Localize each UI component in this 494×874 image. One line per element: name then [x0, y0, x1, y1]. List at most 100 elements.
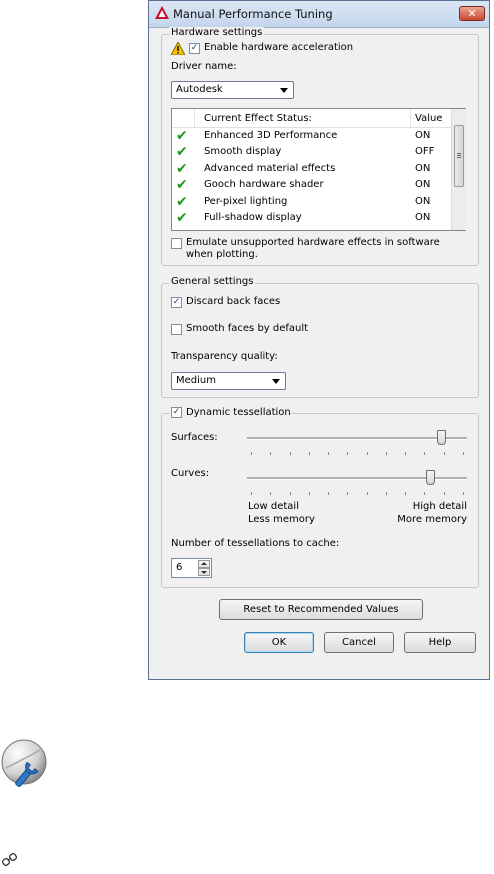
green-checkmark-icon: ✔	[176, 160, 188, 177]
reset-recommended-button[interactable]: Reset to Recommended Values	[219, 599, 423, 620]
scrollbar-thumb[interactable]	[454, 125, 464, 187]
tessellations-cache-spinner[interactable]: 6	[171, 558, 212, 578]
slider-tick	[463, 452, 464, 455]
high-detail-label: High detail	[412, 501, 467, 512]
green-checkmark-icon: ✔	[176, 128, 188, 144]
discard-back-faces-label: Discard back faces	[186, 296, 281, 307]
slider-tick	[308, 492, 310, 495]
surfaces-slider-ticks	[247, 452, 467, 455]
general-settings-label: General settings	[169, 276, 256, 287]
manual-performance-tuning-dialog: Manual Performance Tuning ✕ Hardware set…	[148, 0, 490, 680]
more-memory-label: More memory	[397, 514, 467, 525]
effect-name: Per-pixel lighting	[204, 195, 288, 207]
low-detail-label: Low detail	[248, 501, 299, 512]
autocad-logo-icon	[155, 6, 169, 19]
effect-status-list[interactable]: Current Effect Status: Value ✔ Enhanced 3…	[171, 108, 466, 231]
enable-hardware-acceleration-label: Enable hardware acceleration	[204, 42, 354, 53]
emulate-label-line2: when plotting.	[186, 249, 258, 260]
slider-tick	[328, 452, 330, 455]
window-title: Manual Performance Tuning	[173, 7, 333, 21]
dynamic-tessellation-label: Dynamic tessellation	[186, 407, 291, 418]
slider-tick	[424, 452, 426, 455]
slider-tick	[385, 452, 387, 455]
list-item[interactable]: ✔ Advanced material effects ON	[172, 160, 451, 178]
slider-tick	[289, 492, 291, 495]
chevron-down-icon	[201, 571, 207, 574]
curves-slider-ticks	[247, 492, 467, 495]
emulate-hardware-effects-checkbox[interactable]	[171, 238, 182, 249]
transparency-quality-value: Medium	[176, 375, 216, 386]
tool-glasses-icon	[2, 852, 18, 867]
cancel-button[interactable]: Cancel	[324, 632, 394, 653]
spinner-up-button[interactable]	[198, 560, 210, 568]
slider-tick	[328, 492, 330, 495]
help-button[interactable]: Help	[404, 632, 476, 653]
driver-name-value: Autodesk	[176, 84, 223, 95]
header-value[interactable]: Value	[415, 113, 442, 124]
warning-icon	[171, 42, 185, 55]
spinner-down-button[interactable]	[198, 568, 210, 576]
list-header: Current Effect Status: Value	[172, 109, 451, 128]
effect-name: Smooth display	[204, 146, 282, 158]
slider-tick	[347, 452, 349, 455]
chevron-down-icon	[280, 88, 288, 93]
green-checkmark-icon: ✔	[176, 193, 188, 210]
slider-tick	[289, 452, 291, 455]
driver-name-label: Driver name:	[171, 61, 237, 72]
less-memory-label: Less memory	[248, 514, 315, 525]
effect-name: Full-shadow display	[204, 212, 302, 223]
surfaces-slider-thumb[interactable]	[436, 430, 446, 445]
ok-button[interactable]: OK	[244, 632, 314, 653]
hardware-settings-label: Hardware settings	[169, 27, 265, 38]
slider-tick	[443, 452, 445, 455]
effect-name: Enhanced 3D Performance	[204, 130, 338, 141]
high-detail-caption: High detail More memory	[389, 500, 467, 526]
slider-tick	[405, 492, 407, 495]
slider-tick	[366, 452, 368, 455]
green-checkmark-icon: ✔	[176, 210, 188, 226]
effect-value: ON	[415, 195, 431, 207]
close-button[interactable]: ✕	[459, 6, 485, 21]
slider-tick	[308, 452, 310, 455]
effect-name: Advanced material effects	[204, 162, 336, 174]
title-bar[interactable]: Manual Performance Tuning ✕	[149, 1, 489, 28]
surfaces-label: Surfaces:	[171, 432, 218, 443]
tessellations-cache-value[interactable]: 6	[176, 562, 182, 573]
discard-back-faces-checkbox[interactable]: ✓	[171, 297, 182, 308]
list-item[interactable]: ✔ Full-shadow display ON	[172, 210, 451, 227]
effect-value: ON	[415, 179, 431, 191]
surfaces-slider[interactable]	[247, 430, 467, 456]
effect-value: ON	[415, 130, 431, 141]
low-detail-caption: Low detail Less memory	[248, 500, 315, 526]
smooth-faces-label: Smooth faces by default	[186, 323, 309, 334]
slider-tick	[424, 492, 426, 495]
emulate-hardware-effects-label: Emulate unsupported hardware effects in …	[186, 237, 440, 261]
slider-tick	[366, 492, 368, 495]
list-item[interactable]: ✔ Smooth display OFF	[172, 144, 451, 161]
list-item[interactable]: ✔ Gooch hardware shader ON	[172, 177, 451, 194]
transparency-quality-label: Transparency quality:	[171, 351, 278, 362]
slider-tick	[405, 452, 407, 455]
effect-value: ON	[415, 162, 431, 174]
tessellations-cache-label: Number of tessellations to cache:	[171, 538, 340, 549]
driver-name-dropdown[interactable]: Autodesk	[171, 81, 294, 99]
effect-value: OFF	[415, 146, 435, 158]
chevron-down-icon	[272, 379, 280, 384]
green-checkmark-icon: ✔	[176, 177, 188, 194]
slider-tick	[251, 492, 252, 495]
slider-tick	[463, 492, 464, 495]
curves-slider[interactable]	[247, 470, 467, 496]
dynamic-tessellation-checkbox[interactable]: ✓	[171, 407, 182, 418]
transparency-quality-dropdown[interactable]: Medium	[171, 372, 286, 390]
list-item[interactable]: ✔ Per-pixel lighting ON	[172, 193, 451, 211]
list-item[interactable]: ✔ Enhanced 3D Performance ON	[172, 128, 451, 145]
dynamic-tessellation-header: ✓ Dynamic tessellation	[169, 407, 291, 420]
curves-slider-thumb[interactable]	[426, 470, 436, 485]
smooth-faces-checkbox[interactable]	[171, 324, 182, 335]
curves-label: Curves:	[171, 468, 210, 479]
header-current-effect-status[interactable]: Current Effect Status:	[204, 113, 312, 124]
slider-tick	[270, 492, 272, 495]
performance-tuner-icon	[1, 739, 47, 787]
enable-hardware-acceleration-checkbox[interactable]: ✓	[189, 43, 200, 54]
effects-scrollbar[interactable]	[451, 109, 466, 230]
